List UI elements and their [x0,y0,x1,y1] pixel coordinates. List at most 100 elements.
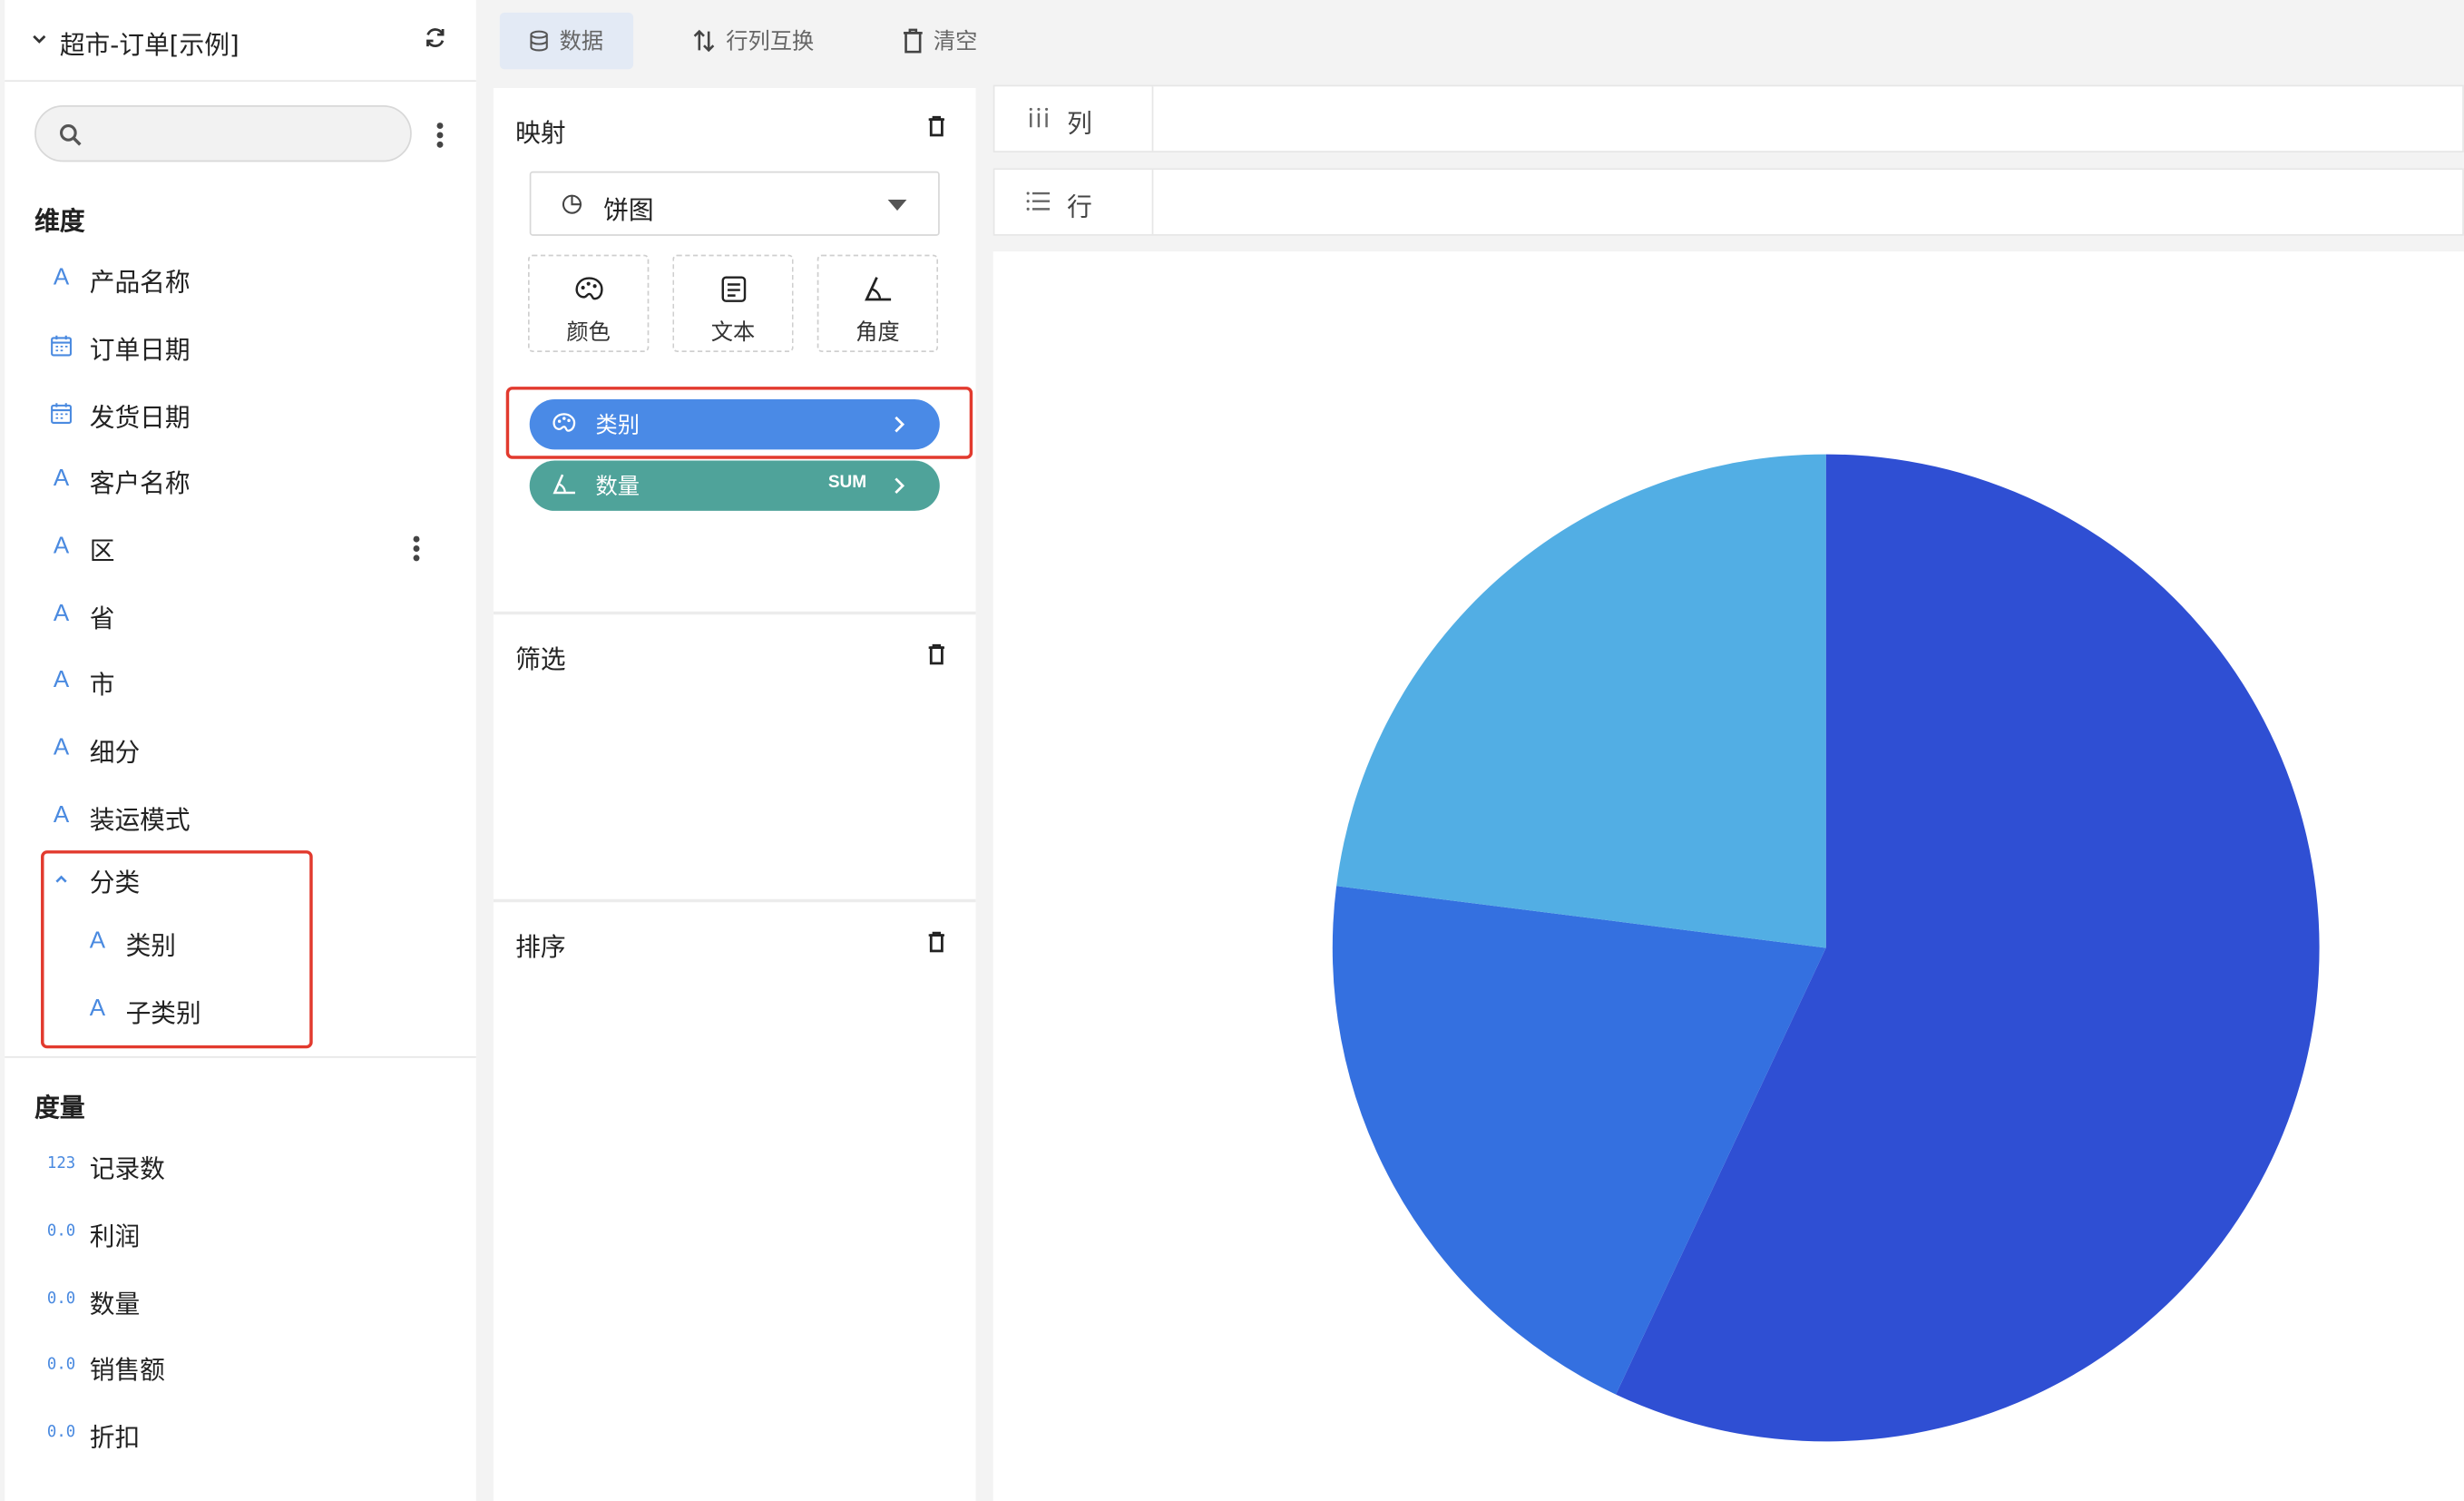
search-icon [59,124,82,146]
encoding-label: 角度 [856,320,900,347]
swap-label: 行列互换 [726,29,815,55]
chart-canvas[interactable] [992,251,2464,1501]
dimension-item-province[interactable]: A 省 [5,588,476,644]
datasource-header[interactable]: 超市-订单[示例] [5,0,476,83]
clear-button[interactable]: 清空 [889,13,999,69]
field-label: 细分 [89,737,141,768]
filter-title: 筛选 [515,644,566,675]
measures-title: 度量 [34,1092,85,1123]
trash-icon[interactable] [927,114,946,137]
search-input[interactable] [95,116,395,154]
data-tab-label: 数据 [559,29,604,55]
text-type-icon: A [53,533,70,560]
dimension-item-customer-name[interactable]: A 客户名称 [5,453,476,509]
text-type-icon: A [53,733,70,761]
sort-title: 排序 [515,932,566,963]
swap-icon [693,29,715,53]
section-divider [5,1055,476,1058]
refresh-icon[interactable] [421,24,449,52]
text-type-icon: A [53,666,70,693]
data-tab-button[interactable]: 数据 [499,12,634,70]
chevron-right-icon [895,477,905,494]
measure-item-record-count[interactable]: 123 记录数 [5,1138,476,1194]
rows-icon [1026,191,1051,211]
integer-type-icon: 123 [46,1155,76,1173]
highlight-box [41,850,313,1049]
datasource-title: 超市-订单[示例] [59,29,240,60]
encoding-text-slot[interactable]: 文本 [672,254,794,352]
dropdown-caret-icon [887,199,907,211]
chart-type-label: 饼图 [603,194,654,225]
text-type-icon: A [53,465,70,493]
section-divider [493,898,976,903]
field-label: 客户名称 [89,468,191,499]
field-label: 记录数 [89,1153,165,1184]
dimension-item-ship-date[interactable]: 发货日期 [5,387,476,443]
measure-item-discount[interactable]: 0.0 折扣 [5,1407,476,1463]
pie-chart[interactable] [993,251,2464,1501]
database-icon [530,30,548,52]
angle-icon [865,277,892,301]
dimension-item-segment[interactable]: A 细分 [5,721,476,778]
calendar-icon [51,335,72,357]
trash-icon[interactable] [927,643,946,665]
field-label: 装运模式 [89,804,191,835]
trash-icon[interactable] [927,930,946,953]
text-type-icon: A [53,801,70,829]
decimal-type-icon: 0.0 [46,1424,76,1442]
encoding-label: 颜色 [566,320,611,347]
dimension-item-order-date[interactable]: 订单日期 [5,319,476,376]
mapping-title: 映射 [515,117,566,148]
text-icon [721,276,747,302]
encoding-angle-slot[interactable]: 角度 [816,254,939,352]
pill-label: 数量 [595,475,640,500]
encoding-color-slot[interactable]: 颜色 [527,254,650,352]
dimension-item-ship-mode[interactable]: A 装运模式 [5,790,476,846]
field-panel: 超市-订单[示例] 维度 A 产品名称 订单日期 发货日期 A 客户名称 A 区… [5,0,476,1501]
angle-icon [552,474,575,495]
pie-chart-icon [562,194,582,214]
field-more-icon[interactable] [413,535,420,562]
dimension-item-product-name[interactable]: A 产品名称 [5,251,476,308]
dimension-item-city[interactable]: A 市 [5,654,476,711]
trash-icon [903,28,923,54]
columns-shelf-label: 列 [1067,108,1092,139]
pie-slice-3[interactable] [1336,454,1826,948]
chart-type-select[interactable]: 饼图 [529,171,940,236]
highlight-box [505,387,973,459]
rows-shelf-label: 行 [1067,191,1092,222]
chevron-down-icon[interactable] [32,32,47,47]
decimal-type-icon: 0.0 [46,1222,76,1241]
shelf-separator [1151,86,1154,152]
shelf-separator [1151,170,1154,235]
clear-label: 清空 [933,29,978,55]
more-options-icon[interactable] [436,123,444,148]
field-label: 订单日期 [89,334,191,365]
measure-item-quantity[interactable]: 0.0 数量 [5,1273,476,1329]
field-label: 区 [89,535,115,566]
quantity-field-pill[interactable]: 数量 SUM [529,460,940,511]
swap-rows-columns-button[interactable]: 行列互换 [679,13,836,69]
search-field[interactable] [34,105,412,162]
section-divider [493,611,976,615]
field-label: 发货日期 [89,402,191,433]
field-label: 折扣 [89,1422,141,1453]
dimension-item-region[interactable]: A 区 [5,520,476,576]
measure-item-profit[interactable]: 0.0 利润 [5,1206,476,1262]
text-type-icon: A [53,600,70,628]
measure-item-sales[interactable]: 0.0 销售额 [5,1339,476,1396]
columns-icon [1029,107,1049,128]
rows-shelf[interactable]: 行 [992,168,2464,236]
field-label: 省 [89,603,115,634]
aggregation-label: SUM [827,473,867,493]
field-label: 销售额 [89,1355,165,1385]
decimal-type-icon: 0.0 [46,1356,76,1374]
palette-icon [575,277,603,300]
calendar-icon [51,403,72,424]
decimal-type-icon: 0.0 [46,1290,76,1309]
dimensions-title: 维度 [34,205,85,236]
columns-shelf[interactable]: 列 [992,84,2464,153]
mapping-panel: 映射 饼图 颜色 文本 角度 类别 数量 SUM 筛选 排序 [493,87,976,1501]
field-label: 利润 [89,1221,141,1251]
encoding-label: 文本 [710,320,756,347]
